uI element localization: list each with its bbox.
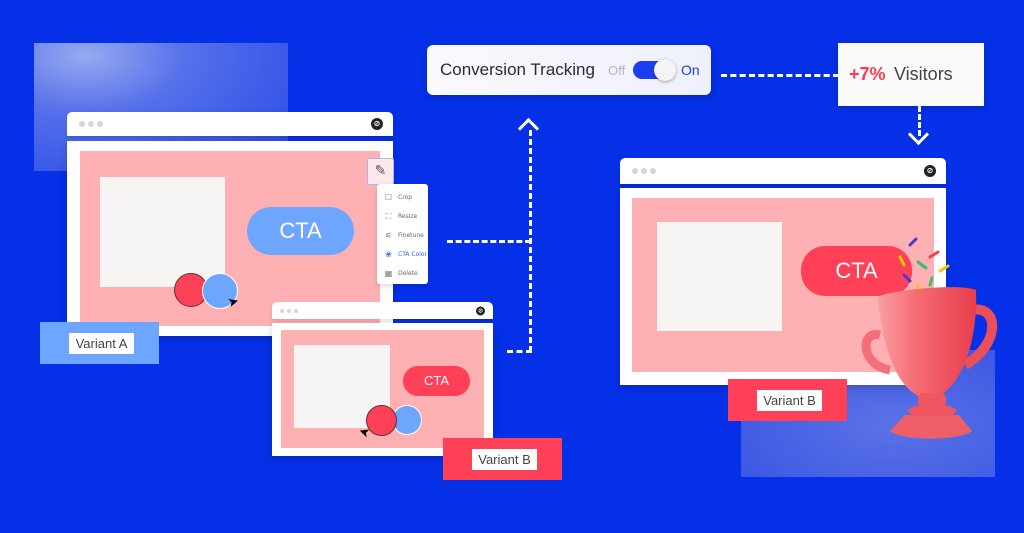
trophy-icon — [861, 237, 998, 439]
menu-item-finetune[interactable]: ⚟ Finetune — [377, 226, 428, 245]
variant-b-tag-small: Variant B — [443, 438, 562, 480]
variant-a-tag: Variant A — [40, 322, 159, 364]
sliders-icon: ⚟ — [384, 231, 393, 240]
arrow-up-icon — [517, 117, 540, 140]
toggle-on-label: On — [681, 62, 700, 78]
window-title-bar: ⊘ — [620, 158, 946, 184]
pencil-icon: ✎ — [374, 163, 387, 179]
resize-icon: ⛶ — [385, 211, 392, 221]
menu-item-resize[interactable]: ⛶ Resize — [377, 207, 428, 226]
menu-item-cta-color[interactable]: ❀ CTA Color — [377, 245, 428, 264]
toggle-off-label: Off — [608, 63, 626, 78]
menu-item-label: CTA Color — [398, 251, 428, 258]
connector-line — [447, 240, 531, 243]
confetti — [898, 237, 950, 295]
brand-logo-icon: ⊘ — [371, 118, 383, 130]
color-swatch-red[interactable] — [366, 405, 397, 436]
conversion-tracking-card: Conversion Tracking Off On — [427, 45, 711, 95]
visitors-delta: +7% — [849, 64, 886, 84]
window-title-bar: ⊘ — [67, 112, 393, 136]
variant-b-label: Variant B — [472, 449, 537, 470]
brand-logo-icon: ⊘ — [476, 306, 485, 315]
image-placeholder — [657, 222, 782, 331]
window-title-bar: ⊘ — [272, 302, 493, 319]
trash-icon: ▦ — [384, 269, 393, 278]
menu-item-crop[interactable]: ☐ Crop — [377, 188, 428, 207]
cta-button[interactable]: CTA — [403, 366, 470, 396]
window-dots — [280, 308, 298, 313]
color-palette-icon: ❀ — [385, 250, 392, 259]
image-placeholder — [100, 177, 225, 287]
menu-item-delete[interactable]: ▦ Delete — [377, 264, 428, 283]
conversion-tracking-label: Conversion Tracking — [440, 60, 595, 79]
window-dots — [632, 168, 656, 174]
visitors-result-card: +7% Visitors — [838, 43, 984, 106]
menu-item-label: Delete — [398, 270, 418, 277]
window-dots — [79, 121, 103, 127]
menu-item-label: Resize — [398, 213, 418, 220]
visitors-metric: Visitors — [894, 64, 953, 84]
edit-menu: ☐ Crop ⛶ Resize ⚟ Finetune ❀ CTA Color ▦ Dele… — [377, 184, 428, 284]
crop-icon: ☐ — [384, 193, 393, 202]
variant-a-label: Variant A — [69, 333, 134, 354]
brand-logo-icon: ⊘ — [924, 165, 936, 177]
toggle-knob — [654, 59, 676, 81]
conversion-tracking-toggle[interactable] — [633, 59, 676, 81]
cta-button[interactable]: CTA — [247, 207, 354, 255]
arrow-down-icon — [907, 123, 930, 146]
window-body: CTA — [272, 323, 493, 456]
menu-item-label: Crop — [398, 194, 413, 201]
variant-b-tag-large: Variant B — [728, 379, 847, 421]
variant-b-label: Variant B — [757, 390, 822, 411]
connector-line — [721, 74, 839, 77]
browser-window-variant-b-small: ⊘ CTA ➤ — [272, 302, 493, 456]
connector-line — [507, 350, 532, 353]
connector-line — [529, 130, 532, 352]
menu-item-label: Finetune — [398, 232, 424, 239]
edit-button[interactable]: ✎ — [367, 158, 394, 185]
